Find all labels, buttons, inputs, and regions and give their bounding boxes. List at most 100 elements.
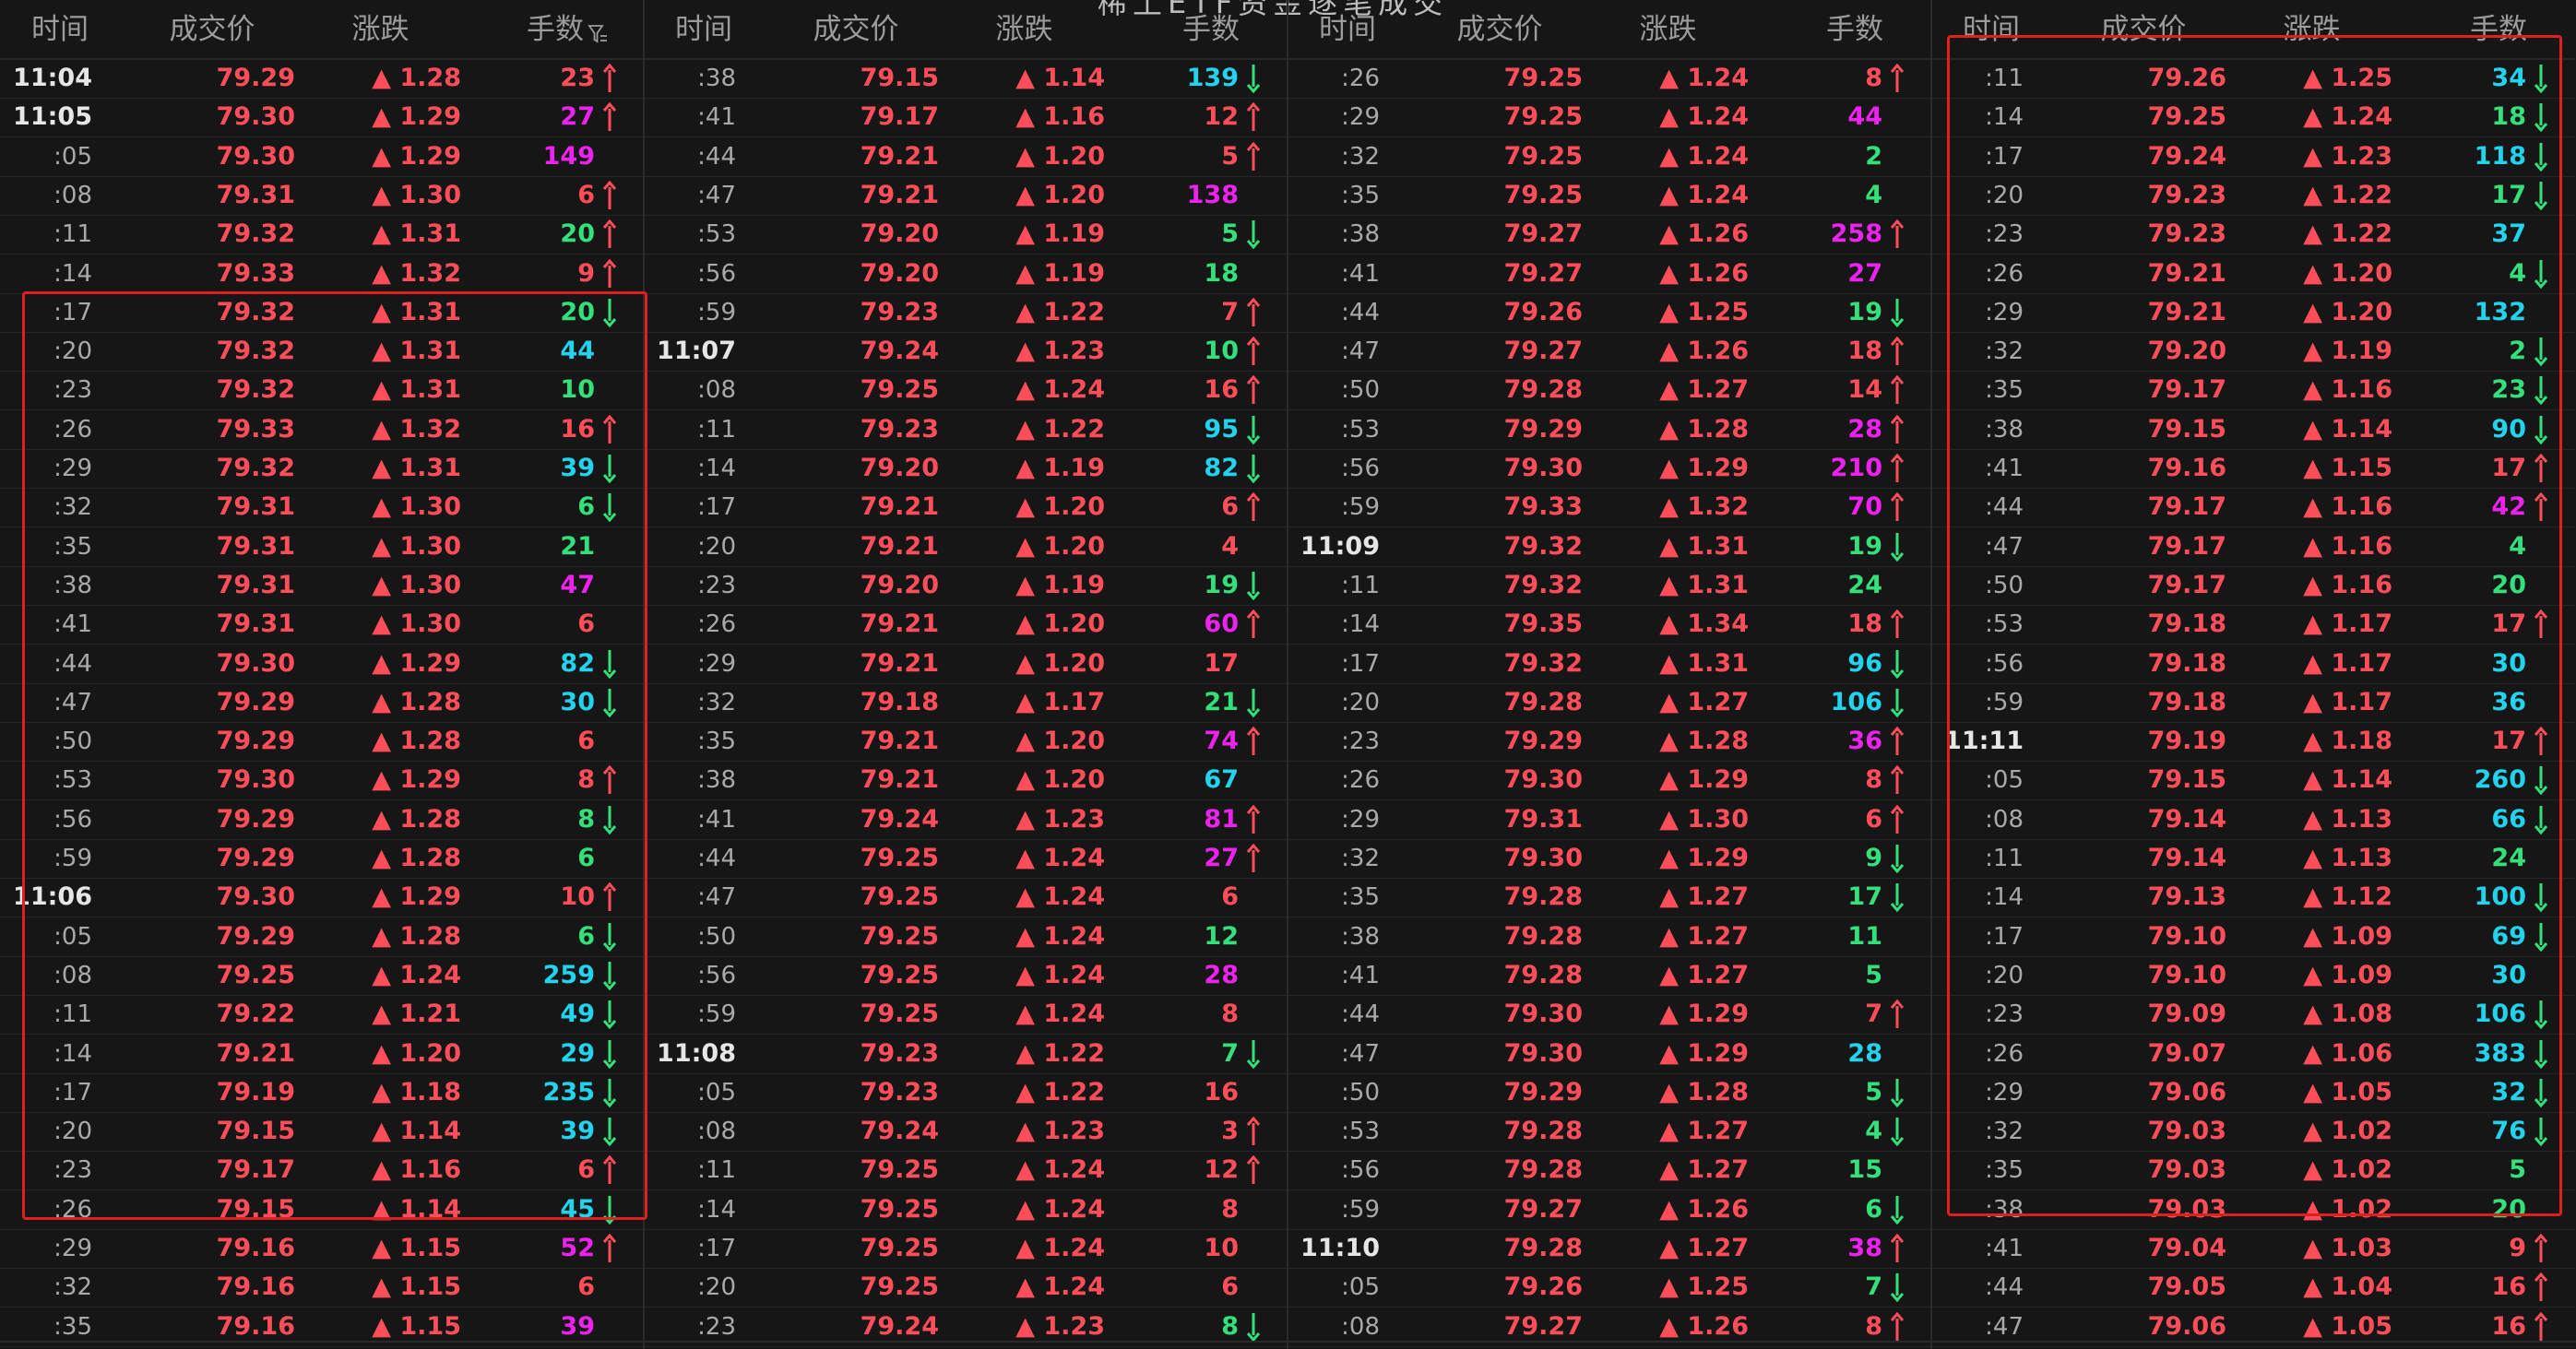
table-row[interactable]: :53 79.20 ▲ 1.19 5	[644, 215, 1288, 255]
table-row[interactable]: :23 79.29 ▲ 1.28 36	[1288, 722, 1931, 763]
table-row[interactable]: :05 79.30 ▲ 1.29 149	[0, 137, 644, 177]
table-row[interactable]: :11 79.25 ▲ 1.24 12	[644, 1151, 1288, 1191]
table-row[interactable]: :32 79.16 ▲ 1.15 6	[0, 1268, 644, 1308]
table-row[interactable]: :32 79.30 ▲ 1.29 9	[1288, 839, 1931, 879]
table-row[interactable]: :17 79.25 ▲ 1.24 10	[644, 1229, 1288, 1269]
table-row[interactable]: :35 79.21 ▲ 1.20 74	[644, 722, 1288, 763]
table-row[interactable]: :41 79.04 ▲ 1.03 9	[1931, 1229, 2575, 1269]
table-row[interactable]: :26 79.30 ▲ 1.29 8	[1288, 761, 1931, 801]
table-row[interactable]: :50 79.28 ▲ 1.27 14	[1288, 371, 1931, 411]
table-row[interactable]: :44 79.21 ▲ 1.20 5	[644, 137, 1288, 177]
table-row[interactable]: :35 79.28 ▲ 1.27 17	[1288, 878, 1931, 918]
trade-time: :47	[697, 181, 736, 209]
table-row[interactable]: :59 79.33 ▲ 1.32 70	[1288, 488, 1931, 528]
trade-change: ▲ 1.04	[2303, 1272, 2392, 1302]
table-row[interactable]: :17 79.32 ▲ 1.31 96	[1288, 645, 1931, 684]
trade-price: 79.29	[216, 64, 295, 92]
table-row[interactable]: :59 79.25 ▲ 1.24 8	[644, 995, 1288, 1035]
table-row[interactable]: 11:09 79.32 ▲ 1.31 19	[1288, 527, 1931, 567]
table-row[interactable]: :53 79.28 ▲ 1.27 4	[1288, 1112, 1931, 1153]
table-row[interactable]: :32 79.18 ▲ 1.17 21	[644, 683, 1288, 723]
table-row[interactable]: :08 79.31 ▲ 1.30 6	[0, 176, 644, 216]
arrow-up-icon	[1246, 491, 1261, 522]
table-row[interactable]: :59 79.23 ▲ 1.22 7	[644, 293, 1288, 333]
trade-time: :05	[1341, 1273, 1380, 1302]
table-row[interactable]: :26 79.21 ▲ 1.20 60	[644, 605, 1288, 645]
table-row[interactable]: 11:04 79.29 ▲ 1.28 23	[0, 59, 644, 99]
table-row[interactable]: :20 79.25 ▲ 1.24 6	[644, 1268, 1288, 1308]
table-row[interactable]: :41 79.27 ▲ 1.26 27	[1288, 254, 1931, 294]
trade-price: 79.25	[860, 1155, 939, 1185]
table-row[interactable]: 11:05 79.30 ▲ 1.29 27	[0, 98, 644, 138]
table-row[interactable]: :17 79.21 ▲ 1.20 6	[644, 488, 1288, 528]
table-row[interactable]: :44 79.30 ▲ 1.29 7	[1288, 995, 1931, 1035]
table-row[interactable]: :29 79.25 ▲ 1.24 44	[1288, 98, 1931, 138]
table-row[interactable]: :23 79.20 ▲ 1.19 19	[644, 566, 1288, 606]
table-row[interactable]: :47 79.30 ▲ 1.29 28	[1288, 1035, 1931, 1074]
header-time: 时间	[1297, 11, 1398, 48]
table-row[interactable]: :20 79.28 ▲ 1.27 106	[1288, 683, 1931, 723]
table-row[interactable]: :29 79.31 ▲ 1.30 6	[1288, 800, 1931, 840]
table-row[interactable]: :50 79.25 ▲ 1.24 12	[644, 917, 1288, 957]
trade-time: :32	[1341, 142, 1380, 171]
trade-change: ▲ 1.29	[1659, 765, 1749, 795]
table-row[interactable]: :14 79.25 ▲ 1.24 8	[644, 1190, 1288, 1230]
header-volume[interactable]: 手数	[493, 11, 641, 48]
table-row[interactable]: :44 79.26 ▲ 1.25 19	[1288, 293, 1931, 333]
table-row[interactable]: :14 79.33 ▲ 1.32 9	[0, 254, 644, 294]
table-row[interactable]: :29 79.16 ▲ 1.15 52	[0, 1229, 644, 1269]
table-row[interactable]: :14 79.20 ▲ 1.19 82	[644, 449, 1288, 489]
trade-price: 79.29	[1503, 414, 1583, 444]
table-row[interactable]: :41 79.28 ▲ 1.27 5	[1288, 956, 1931, 996]
table-row[interactable]: :11 79.23 ▲ 1.22 95	[644, 410, 1288, 450]
table-row[interactable]: 11:07 79.24 ▲ 1.23 10	[644, 332, 1288, 373]
table-row[interactable]: :56 79.30 ▲ 1.29 210	[1288, 449, 1931, 489]
trade-time: :05	[53, 142, 92, 171]
table-row[interactable]: :47 79.27 ▲ 1.26 18	[1288, 332, 1931, 373]
header-change: 涨跌	[971, 11, 1077, 48]
trade-price: 79.25	[860, 375, 939, 405]
table-row[interactable]: :26 79.25 ▲ 1.24 8	[1288, 59, 1931, 99]
table-row[interactable]: :38 79.15 ▲ 1.14 139	[644, 59, 1288, 99]
trade-volume: 6	[1865, 1194, 1882, 1224]
arrow-up-icon	[1890, 1233, 1905, 1262]
table-row[interactable]: :47 79.21 ▲ 1.20 138	[644, 176, 1288, 216]
table-row[interactable]: 11:08 79.23 ▲ 1.22 7	[644, 1035, 1288, 1074]
table-row[interactable]: :05 79.26 ▲ 1.25 7	[1288, 1268, 1931, 1308]
table-row[interactable]: :56 79.20 ▲ 1.19 18	[644, 254, 1288, 294]
table-row[interactable]: :56 79.28 ▲ 1.27 15	[1288, 1151, 1931, 1191]
table-row[interactable]: :50 79.29 ▲ 1.28 5	[1288, 1073, 1931, 1113]
table-row[interactable]: :05 79.23 ▲ 1.22 16	[644, 1073, 1288, 1113]
table-row[interactable]: :32 79.25 ▲ 1.24 2	[1288, 137, 1931, 177]
trade-price: 79.25	[860, 882, 939, 912]
trade-price: 79.25	[860, 844, 939, 872]
table-row[interactable]: :14 79.35 ▲ 1.34 18	[1288, 605, 1931, 645]
table-row[interactable]: :38 79.27 ▲ 1.26 258	[1288, 215, 1931, 255]
table-row[interactable]: :35 79.25 ▲ 1.24 4	[1288, 176, 1931, 216]
table-row[interactable]: :20 79.21 ▲ 1.20 4	[644, 527, 1288, 567]
table-row[interactable]: :47 79.25 ▲ 1.24 6	[644, 878, 1288, 918]
table-row[interactable]: :41 79.17 ▲ 1.16 12	[644, 98, 1288, 138]
table-row[interactable]: :41 79.24 ▲ 1.23 81	[644, 800, 1288, 840]
header-volume-label: 手数	[1182, 13, 1240, 46]
table-row[interactable]: :56 79.25 ▲ 1.24 28	[644, 956, 1288, 996]
table-row[interactable]: :59 79.27 ▲ 1.26 6	[1288, 1190, 1931, 1230]
table-row[interactable]: :11 79.32 ▲ 1.31 24	[1288, 566, 1931, 606]
arrow-up-icon	[2534, 1272, 2548, 1302]
table-row[interactable]: :44 79.25 ▲ 1.24 27	[644, 839, 1288, 879]
trade-change: ▲ 1.27	[1659, 882, 1749, 912]
trade-volume: 19	[1204, 570, 1239, 599]
table-row[interactable]: :08 79.25 ▲ 1.24 16	[644, 371, 1288, 411]
table-row[interactable]: :44 79.05 ▲ 1.04 16	[1931, 1268, 2575, 1308]
table-row[interactable]: 11:10 79.28 ▲ 1.27 38	[1288, 1229, 1931, 1269]
trade-time: 11:07	[657, 337, 736, 366]
table-row[interactable]: :53 79.29 ▲ 1.28 28	[1288, 410, 1931, 450]
table-row[interactable]: :29 79.21 ▲ 1.20 17	[644, 645, 1288, 684]
table-row[interactable]: :11 79.32 ▲ 1.31 20	[0, 215, 644, 255]
table-row[interactable]: :08 79.24 ▲ 1.23 3	[644, 1112, 1288, 1153]
table-row[interactable]: :38 79.21 ▲ 1.20 67	[644, 761, 1288, 801]
table-row[interactable]: :38 79.28 ▲ 1.27 11	[1288, 917, 1931, 957]
filter-icon[interactable]	[588, 21, 608, 45]
trade-price: 79.30	[1503, 1000, 1583, 1029]
trade-price: 79.31	[1503, 804, 1583, 834]
